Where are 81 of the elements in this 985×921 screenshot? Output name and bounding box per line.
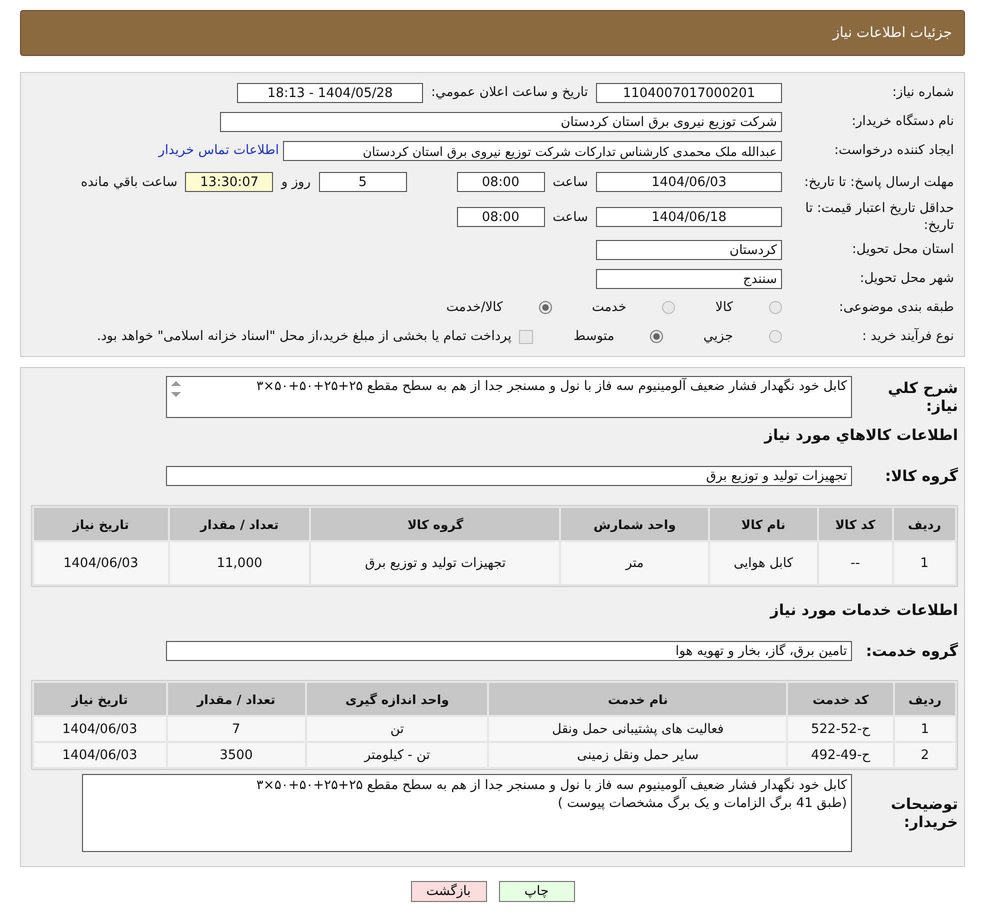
field-label: نوع فرآیند خرید : <box>861 328 954 345</box>
table-cell: 3500 <box>168 743 305 767</box>
table-cell: 1404/06/03 <box>34 717 166 741</box>
field-label: روز و <box>281 174 311 190</box>
column-header: کد کالا <box>818 508 892 540</box>
service-group-field: تامین برق، گاز، بخار و تهویه هوا <box>166 640 852 660</box>
table-cell: فعالیت های پشتیبانی حمل ونقل <box>489 717 786 741</box>
notes-text: کابل خود نگهدار فشار ضعیف آلومینیوم سه فاز با نول و مسنجر جدا از هم به سطح مقطع ۲۵+۲۵+۵۰+۵۰×۳ <box>255 777 847 795</box>
buyer-contact-link[interactable]: اطلاعات تماس خریدار <box>158 143 279 158</box>
column-header: تاریخ نیاز <box>34 683 166 715</box>
need-number-field: 1104007017000201 <box>596 82 782 102</box>
field-label: ایجاد کننده درخواست: <box>833 142 954 159</box>
table-cell: 11,000 <box>170 542 310 584</box>
field-label: مهلت ارسال پاسخ: تا تاریخ: <box>803 174 954 190</box>
goods-group-field: تجهیزات تولید و توزیع برق <box>166 466 852 486</box>
column-header: گروه کالا <box>311 508 560 540</box>
field-label: گروه خدمت: <box>864 642 958 660</box>
table-cell: 1 <box>894 717 955 741</box>
table-cell: کابل هوایی <box>710 542 817 584</box>
field-label: طبقه بندی موضوعی: <box>838 299 954 316</box>
summary-textarea[interactable]: کابل خود نگهدار فشار ضعیف آلومینیوم سه فاز با نول و مسنجر جدا از هم به سطح مقطع ۲۵+۲۵+۵۰+۵۰×۳ <box>166 376 852 418</box>
table-cell: تجهیزات تولید و توزیع برق <box>311 542 560 584</box>
table-cell: 7 <box>168 717 305 741</box>
days-field: 5 <box>318 172 407 192</box>
print-button[interactable]: چاپ <box>498 881 574 902</box>
table-cell: 1404/06/03 <box>34 542 168 584</box>
column-header: کد خدمت <box>788 683 893 715</box>
time-field: 08:00 <box>456 172 545 192</box>
province-field: کردستان <box>596 240 782 260</box>
field-label: نام دستگاه خریدار: <box>850 113 954 130</box>
summary-text: کابل خود نگهدار فشار ضعیف آلومینیوم سه فاز با نول و مسنجر جدا از هم به سطح مقطع ۲۵+۲۵+۵۰+۵۰×۳ <box>256 379 847 394</box>
column-header: تعداد / مقدار <box>168 683 305 715</box>
column-header: واحد اندازه گیری <box>306 683 488 715</box>
remaining-time-field: 13:30:07 <box>185 172 274 192</box>
field-label: شماره نیاز: <box>891 84 954 101</box>
option-label: کالا/خدمت <box>446 300 503 315</box>
column-header: نام کالا <box>710 508 817 540</box>
city-field: سنندج <box>596 268 782 288</box>
creator-field: عبدالله ملک محمدی کارشناس تدارکات شرکت توزیع نیروی برق استان کردستان <box>283 140 782 160</box>
table-cell: -- <box>818 542 892 584</box>
buyer-field: شرکت توزیع نیروی برق استان کردستان <box>220 112 782 132</box>
buyer-notes-textarea[interactable]: کابل خود نگهدار فشار ضعیف آلومینیوم سه فاز با نول و مسنجر جدا از هم به سطح مقطع ۲۵+۲۵+۵۰+۵۰×۳ (طبق 41 برگ الزامات و یک برگ مشخصات پیوست ) <box>82 774 852 852</box>
column-header: ردیف <box>894 508 955 540</box>
table-cell: 1 <box>894 542 955 584</box>
section-title: اطلاعات کالاهاي مورد نياز <box>762 426 958 444</box>
field-label: شهر محل تحویل: <box>858 270 954 287</box>
table-cell: 2 <box>894 743 955 767</box>
table-cell: سایر حمل ونقل زمینی <box>489 743 786 767</box>
table-cell: متر <box>561 542 708 584</box>
date-field: 1404/06/18 <box>596 207 782 227</box>
field-label: تاريخ و ساعت اعلان عمومي: <box>431 85 588 100</box>
notes-text: (طبق 41 برگ الزامات و یک برگ مشخصات پیوست ) <box>556 795 847 813</box>
column-header: تعداد / مقدار <box>170 508 310 540</box>
field-label: ساعت باقي مانده <box>80 174 178 190</box>
field-label: ساعت <box>552 210 588 224</box>
announce-date-field: 1404/05/28 - 18:13 <box>237 82 424 102</box>
option-label: جزيي <box>703 329 733 344</box>
table-cell: ح-52-522 <box>788 717 893 741</box>
back-button[interactable]: بازگشت <box>410 881 486 902</box>
field-label: ساعت <box>552 174 588 190</box>
field-label: شرح کلي نياز: <box>886 379 958 415</box>
column-header: نام خدمت <box>489 683 786 715</box>
table-cell: 1404/06/03 <box>34 743 166 767</box>
field-label: استان محل تحویل: <box>851 241 954 258</box>
field-label: توضیحات خریدار: <box>890 795 958 831</box>
column-header: واحد شمارش <box>561 508 708 540</box>
table-cell: ح-49-492 <box>788 743 893 767</box>
option-label: خدمت <box>592 300 626 315</box>
section-title: اطلاعات خدمات مورد نیاز <box>768 601 958 619</box>
table-cell: تن <box>306 717 488 741</box>
payment-note: پرداخت تمام یا بخشی از مبلغ خرید،از محل "اسناد خزانه اسلامی" خواهد بود. <box>96 329 512 344</box>
option-label: متوسط <box>573 329 614 344</box>
column-header: تاریخ نیاز <box>34 508 168 540</box>
page-title: جزئیات اطلاعات نیاز <box>832 25 952 41</box>
field-label: گروه کالا: <box>884 466 958 484</box>
column-header: ردیف <box>894 683 955 715</box>
table-cell: تن - کیلومتر <box>306 743 488 767</box>
field-label: حداقل تاریخ اعتبار قیمت: تا تاریخ: <box>804 200 954 234</box>
date-field: 1404/06/03 <box>596 172 782 192</box>
option-label: کالا <box>715 300 733 315</box>
time-field: 08:00 <box>456 207 545 227</box>
